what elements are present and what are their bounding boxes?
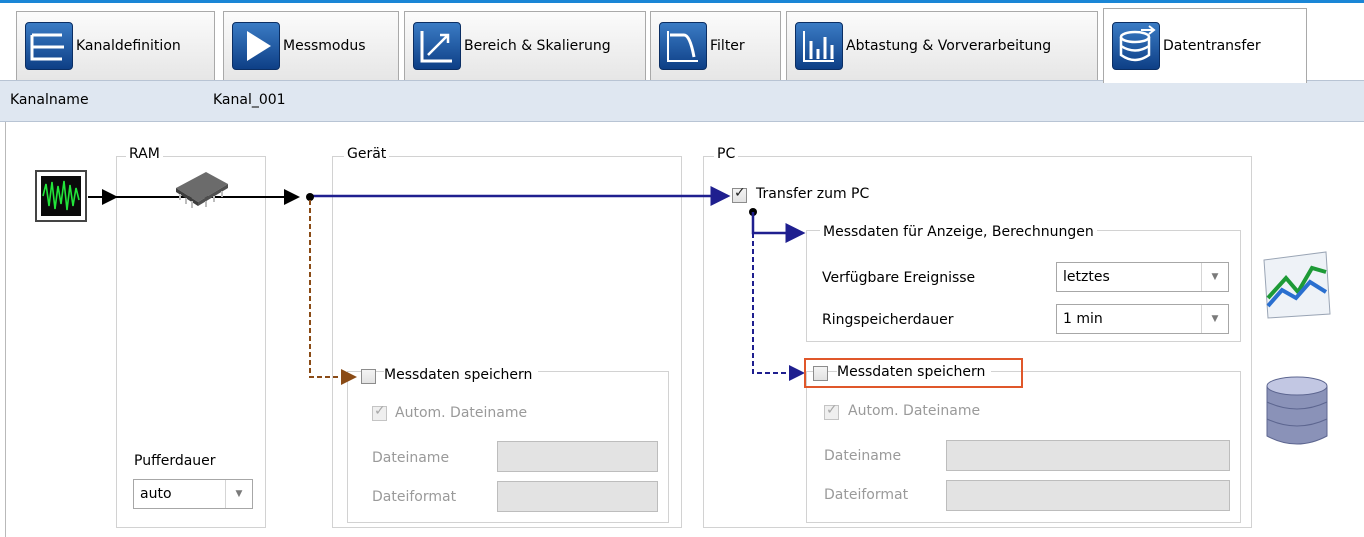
tab-bereich-skalierung[interactable]: Bereich & Skalierung xyxy=(404,11,646,80)
ram-group-title: RAM xyxy=(126,146,163,162)
buffer-duration-label: Pufferdauer xyxy=(134,453,216,469)
chevron-down-icon[interactable]: ▼ xyxy=(225,480,252,508)
chevron-down-icon[interactable]: ▼ xyxy=(1201,263,1228,291)
tab-label: Messmodus xyxy=(283,38,366,54)
pc-filename-label: Dateiname xyxy=(824,448,902,464)
tab-abtastung-vorverarbeitung[interactable]: Abtastung & Vorverarbeitung xyxy=(786,11,1098,80)
device-filename-field[interactable] xyxy=(497,441,658,472)
ring-buffer-duration-select[interactable]: 1 min ▼ xyxy=(1056,304,1229,334)
display-group-title: Messdaten für Anzeige, Berechnungen xyxy=(820,224,1097,240)
pc-fileformat-field[interactable] xyxy=(946,480,1230,511)
transfer-to-pc-label: Transfer zum PC xyxy=(756,186,870,202)
scale-arrow-icon xyxy=(413,22,461,70)
database-transfer-icon xyxy=(1112,22,1160,70)
tab-label: Bereich & Skalierung xyxy=(464,38,611,54)
memory-chip-icon xyxy=(170,168,234,214)
pc-save-highlight xyxy=(804,358,1023,388)
sampling-icon xyxy=(795,22,843,70)
ring-buffer-duration-label: Ringspeicherdauer xyxy=(822,312,954,328)
channel-name-label: Kanalname xyxy=(10,92,89,108)
pc-filename-field[interactable] xyxy=(946,440,1230,471)
tab-messmodus[interactable]: Messmodus xyxy=(223,11,399,80)
available-events-select[interactable]: letztes ▼ xyxy=(1056,262,1229,292)
database-icon xyxy=(1263,374,1331,452)
available-events-value: letztes xyxy=(1063,269,1110,285)
buffer-duration-select[interactable]: auto ▼ xyxy=(133,479,253,509)
tab-datentransfer[interactable]: Datentransfer xyxy=(1103,8,1307,83)
device-group-title: Gerät xyxy=(344,146,390,162)
chevron-down-icon[interactable]: ▼ xyxy=(1201,305,1228,333)
tab-strip: Kanaldefinition Messmodus Bereich & Skal… xyxy=(0,3,1364,83)
tab-label: Filter xyxy=(710,38,745,54)
device-auto-filename-checkbox[interactable] xyxy=(372,403,387,421)
buffer-duration-value: auto xyxy=(140,486,172,502)
pc-auto-filename-label: Autom. Dateiname xyxy=(848,403,981,419)
transfer-to-pc-checkbox[interactable] xyxy=(732,185,747,203)
signal-waveform-icon[interactable] xyxy=(35,170,87,222)
tab-label: Abtastung & Vorverarbeitung xyxy=(846,38,1052,54)
ring-buffer-duration-value: 1 min xyxy=(1063,311,1103,327)
channel-header: Kanalname Kanal_001 xyxy=(0,80,1364,122)
device-fileformat-label: Dateiformat xyxy=(372,489,457,505)
pc-group-title: PC xyxy=(714,146,739,162)
tab-label: Datentransfer xyxy=(1163,38,1261,54)
pc-auto-filename-checkbox[interactable] xyxy=(824,402,839,420)
tab-kanaldefinition[interactable]: Kanaldefinition xyxy=(16,11,215,80)
device-save-label: Messdaten speichern xyxy=(384,367,539,383)
play-icon xyxy=(232,22,280,70)
available-events-label: Verfügbare Ereignisse xyxy=(822,270,976,286)
tab-filter[interactable]: Filter xyxy=(650,11,781,80)
channel-definition-icon xyxy=(25,22,73,70)
device-save-checkbox[interactable] xyxy=(361,369,376,384)
tab-label: Kanaldefinition xyxy=(76,38,181,54)
channel-name-value: Kanal_001 xyxy=(213,92,286,108)
line-chart-icon xyxy=(1258,248,1334,324)
pc-fileformat-label: Dateiformat xyxy=(824,487,909,503)
device-fileformat-field[interactable] xyxy=(497,481,658,512)
filter-curve-icon xyxy=(659,22,707,70)
device-auto-filename-label: Autom. Dateiname xyxy=(395,405,528,421)
device-filename-label: Dateiname xyxy=(372,450,450,466)
